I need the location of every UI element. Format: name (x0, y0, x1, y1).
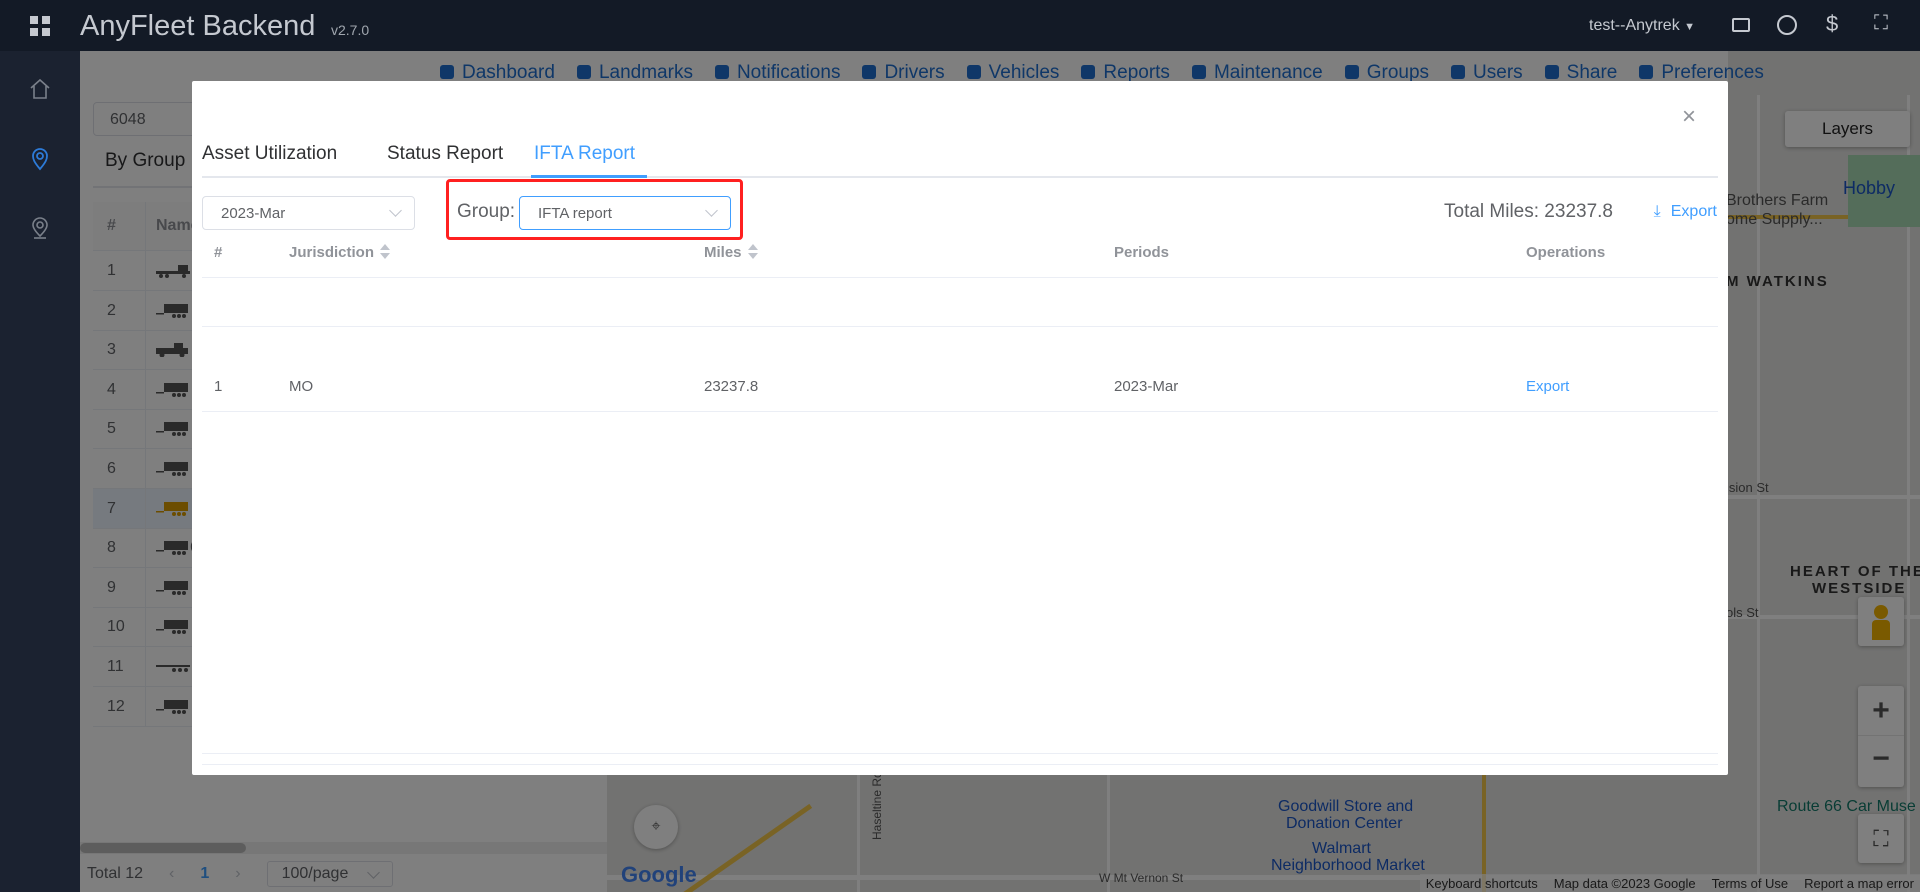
mail-icon[interactable] (1732, 18, 1750, 32)
sort-icon[interactable] (380, 244, 391, 260)
grid-icon[interactable] (30, 16, 50, 36)
app-header: AnyFleet Backend v2.7.0 test--Anytrek ▼ … (0, 0, 1920, 51)
export-label: Export (1670, 203, 1717, 220)
active-tab-indicator (531, 175, 647, 178)
group-select[interactable]: IFTA report (519, 196, 731, 230)
group-label: Group: (457, 201, 516, 222)
report-dialog: × Asset Utilization Status Report IFTA R… (192, 81, 1728, 775)
column-header-miles[interactable]: Miles (704, 244, 758, 261)
fullscreen-icon[interactable]: ⛶ (1874, 12, 1888, 35)
app-version: v2.7.0 (331, 22, 370, 38)
chevron-down-icon (705, 204, 718, 217)
close-icon[interactable]: × (1682, 105, 1696, 129)
sort-icon[interactable] (747, 244, 758, 260)
cell-jurisdiction: MO (289, 378, 314, 395)
user-menu[interactable]: test--Anytrek ▼ (1589, 17, 1695, 35)
row-export-link[interactable]: Export (1526, 378, 1569, 395)
tabs-divider (202, 176, 1718, 178)
download-icon: ⤓ (1653, 203, 1661, 220)
divider (202, 326, 1718, 327)
column-label: Jurisdiction (289, 244, 375, 261)
total-miles: Total Miles: 23237.8 (1444, 201, 1613, 222)
column-header-index: # (214, 244, 223, 261)
period-select[interactable]: 2023-Mar (202, 196, 415, 230)
divider (202, 277, 1718, 278)
period-select-value: 2023-Mar (221, 205, 286, 222)
column-label: Miles (704, 244, 742, 261)
dollar-icon[interactable]: $ (1826, 11, 1838, 37)
group-select-value: IFTA report (538, 205, 612, 222)
tab-ifta-report[interactable]: IFTA Report (534, 143, 635, 165)
chevron-down-icon (389, 204, 402, 217)
cell-period: 2023-Mar (1114, 378, 1179, 395)
user-name: test--Anytrek (1589, 17, 1680, 34)
cell-index: 1 (214, 378, 223, 395)
column-header-operations: Operations (1526, 244, 1606, 261)
cell-miles: 23237.8 (704, 378, 759, 395)
column-header-jurisdiction[interactable]: Jurisdiction (289, 244, 391, 261)
sidebar (0, 51, 80, 892)
divider (202, 753, 1718, 754)
globe-icon[interactable] (1777, 15, 1797, 35)
export-all-button[interactable]: ⤓ Export (1654, 203, 1717, 221)
tab-asset-utilization[interactable]: Asset Utilization (202, 143, 337, 165)
tab-status-report[interactable]: Status Report (387, 143, 503, 165)
column-header-periods: Periods (1114, 244, 1170, 261)
divider (202, 764, 1718, 765)
caret-down-icon: ▼ (1684, 21, 1696, 33)
home-icon[interactable] (28, 77, 52, 101)
divider (202, 411, 1718, 412)
location-pin-outline-icon[interactable] (28, 216, 52, 240)
location-pin-icon[interactable] (28, 147, 52, 171)
app-title: AnyFleet Backend (80, 10, 316, 42)
